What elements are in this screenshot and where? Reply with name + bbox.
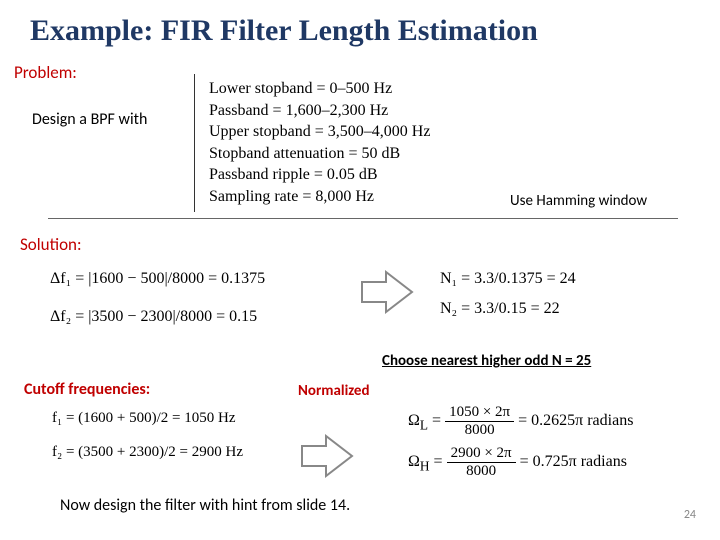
spec-line: Lower stopband = 0–500 Hz — [209, 78, 569, 100]
equation-n1: N₁ = 3.3/0.1375 = 24 — [440, 270, 576, 288]
use-hamming-text: Use Hamming window — [510, 192, 647, 210]
design-text: Design a BPF with — [32, 110, 147, 129]
specs-box: Lower stopband = 0–500 Hz Passband = 1,6… — [194, 74, 569, 212]
slide-number: 24 — [684, 508, 696, 522]
equation-delta-f2: Δf₂ = |3500 − 2300|/8000 = 0.15 — [50, 308, 257, 326]
divider-line — [48, 218, 678, 219]
omega-equations: ΩL = 1050 × 2π8000 = 0.2625π radians ΩH … — [408, 404, 633, 480]
closing-text: Now design the filter with hint from sli… — [60, 496, 350, 515]
choose-n-text: Choose nearest higher odd N = 25 — [382, 352, 591, 370]
equation-f1: f₁ = (1600 + 500)/2 = 1050 Hz — [52, 410, 236, 427]
slide-title: Example: FIR Filter Length Estimation — [0, 0, 720, 48]
spec-line: Stopband attenuation = 50 dB — [209, 143, 569, 165]
solution-label: Solution: — [20, 234, 82, 255]
spec-line: Passband ripple = 0.05 dB — [209, 164, 569, 186]
equation-n2: N₂ = 3.3/0.15 = 22 — [440, 300, 560, 318]
equation-delta-f1: Δf₁ = |1600 − 500|/8000 = 0.1375 — [50, 270, 265, 288]
spec-line: Passband = 1,600–2,300 Hz — [209, 100, 569, 122]
normalized-label: Normalized — [298, 382, 370, 400]
spec-line: Upper stopband = 3,500–4,000 Hz — [209, 121, 569, 143]
equation-f2: f₂ = (3500 + 2300)/2 = 2900 Hz — [52, 444, 243, 461]
arrow-icon — [360, 270, 416, 314]
problem-label: Problem: — [14, 62, 77, 83]
equation-omega-H: ΩH = 2900 × 2π8000 = 0.725π radians — [408, 445, 633, 480]
equation-omega-L: ΩL = 1050 × 2π8000 = 0.2625π radians — [408, 404, 633, 439]
cutoff-frequencies-label: Cutoff frequencies: — [24, 380, 150, 399]
arrow-icon — [300, 434, 356, 478]
